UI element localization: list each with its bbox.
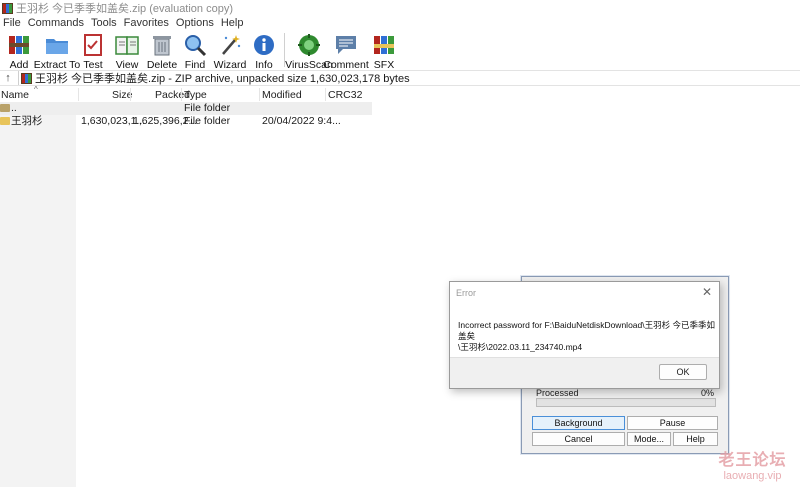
error-dialog: Error ✕ Incorrect password for F:\BaiduN… [449,281,720,389]
extract-to-button[interactable]: Extract To [34,31,80,71]
progress-bar [536,398,716,407]
find-button[interactable]: Find [178,31,212,71]
column-divider[interactable] [325,88,326,101]
column-divider[interactable] [130,88,131,101]
menu-options[interactable]: Options [173,17,218,31]
mode-button[interactable]: Mode... [627,432,671,446]
add-archive-icon [6,32,32,58]
window-title: 王羽杉 今已季季如盖矣.zip (evaluation copy) [16,3,233,15]
delete-button[interactable]: Delete [146,31,178,71]
info-button[interactable]: Info [248,31,280,71]
view-book-icon [114,32,140,58]
error-dialog-footer: OK [450,357,719,388]
view-button[interactable]: View [108,31,146,71]
navigation-pane [0,102,76,487]
menu-help[interactable]: Help [218,17,248,31]
column-name[interactable]: Name [1,88,29,102]
column-crc32[interactable]: CRC32 [328,88,362,102]
close-icon[interactable]: ✕ [702,285,712,299]
watermark-text: 老王论坛 [718,452,787,469]
comment-icon [333,32,359,58]
row-name: .. [11,102,17,114]
menu-bar: File Commands Tools Favorites Options He… [0,17,247,31]
find-magnifier-icon [182,32,208,58]
archive-icon [21,72,32,84]
winrar-app-icon [2,2,13,14]
test-button[interactable]: Test [78,31,108,71]
table-row[interactable]: .. File folder [0,102,372,115]
virusscan-icon [296,32,322,58]
sfx-button[interactable]: SFX [369,31,399,71]
help-button[interactable]: Help [673,432,718,446]
column-divider[interactable] [78,88,79,101]
column-divider[interactable] [259,88,260,101]
error-message: Incorrect password for F:\BaiduNetdiskDo… [458,320,716,353]
virusscan-button[interactable]: VirusScan [285,31,333,71]
comment-button[interactable]: Comment [323,31,369,71]
column-modified[interactable]: Modified [262,88,302,102]
ok-button[interactable]: OK [659,364,707,380]
folder-icon [0,117,10,125]
delete-trash-icon [149,32,175,58]
archive-path[interactable]: 王羽杉 今已季季如盖矣.zip - ZIP archive, unpacked … [35,70,410,86]
folder-extract-icon [44,32,70,58]
row-modified: 20/04/2022 9:4... [262,115,341,127]
error-dialog-title: Error [456,288,476,298]
processed-percent: 0% [700,388,714,398]
menu-commands[interactable]: Commands [25,17,88,31]
menu-file[interactable]: File [0,17,25,31]
row-type: File folder [184,115,231,127]
watermark-url: laowang.vip [723,470,782,482]
pause-button[interactable]: Pause [627,416,718,430]
table-row[interactable]: 王羽杉 1,630,023,1... 1,625,396,2... File f… [0,115,372,128]
title-bar: 王羽杉 今已季季如盖矣.zip (evaluation copy) [0,0,800,16]
error-message-line: \王羽杉\2022.03.11_234740.mp4 [458,342,583,352]
row-name: 王羽杉 [11,115,43,127]
error-message-line: Incorrect password for F:\BaiduNetdiskDo… [458,320,715,341]
watermark: 老王论坛 laowang.vip [705,446,800,482]
sort-up-icon: ^ [34,85,38,94]
info-icon [251,32,277,58]
column-headers: ^ Name Size Packed Type Modified CRC32 [0,85,372,102]
up-arrow-icon[interactable]: ↑ [1,72,15,84]
column-divider[interactable] [181,88,182,101]
address-bar: ↑ 王羽杉 今已季季如盖矣.zip - ZIP archive, unpacke… [0,70,800,86]
address-separator [18,71,19,85]
menu-tools[interactable]: Tools [88,17,121,31]
row-type: File folder [184,102,231,114]
cancel-button[interactable]: Cancel [532,432,625,446]
sfx-archive-icon [371,32,397,58]
parent-folder-icon [0,104,10,112]
column-type[interactable]: Type [184,88,207,102]
wizard-button[interactable]: Wizard [212,31,248,71]
processed-label: Processed [536,388,579,398]
wizard-wand-icon [217,32,243,58]
background-button[interactable]: Background [532,416,625,430]
add-button[interactable]: Add [2,31,36,71]
test-clipboard-icon [80,32,106,58]
menu-favorites[interactable]: Favorites [121,17,173,31]
toolbar: Add Extract To Test View Delete Find Wiz… [2,31,399,71]
